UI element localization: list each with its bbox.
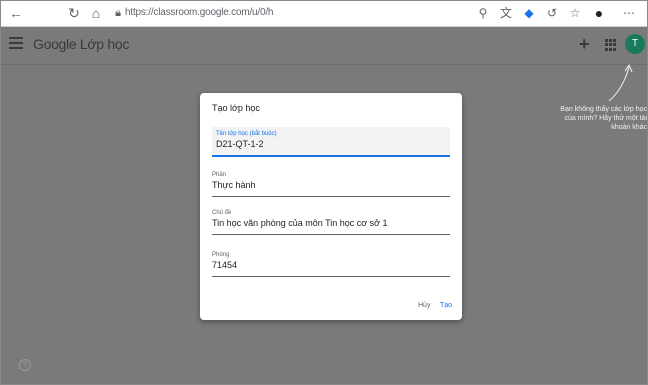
home-icon[interactable]: ⌂ [87, 4, 105, 22]
cancel-button[interactable]: Hủy [418, 301, 430, 311]
extension-icon[interactable]: ◆ [521, 5, 537, 21]
create-button[interactable]: Tạo [440, 301, 452, 311]
field-label: Tên lớp học (bắt buộc) [216, 131, 277, 137]
section-field[interactable]: Phần Thực hành [212, 171, 450, 197]
field-value[interactable]: 71454 [212, 260, 450, 271]
field-underline [212, 276, 450, 277]
address-bar[interactable]: https://classroom.google.com/u/0/h [125, 7, 273, 18]
field-label: Phòng [212, 252, 230, 258]
reload-icon[interactable]: ↻ [65, 4, 83, 22]
main-menu-icon[interactable] [9, 37, 23, 53]
class-name-field[interactable]: Tên lớp học (bắt buộc) D21-QT-1-2 [212, 127, 450, 157]
field-value[interactable]: Thực hành [212, 180, 450, 191]
refresh-extension-icon[interactable]: ↺ [544, 5, 560, 21]
screenshot-frame: ← ↻ ⌂ 🔒︎ https://classroom.google.com/u/… [0, 0, 648, 385]
room-field[interactable]: Phòng 71454 [212, 251, 450, 277]
google-apps-icon[interactable] [605, 39, 617, 51]
zoom-icon[interactable]: ⚲ [475, 5, 491, 21]
app-title[interactable]: Google Lớp học [33, 36, 129, 52]
help-icon[interactable]: ? [19, 359, 31, 371]
field-underline [212, 234, 450, 235]
translate-icon[interactable]: 文 [498, 5, 514, 21]
field-label: Phần [212, 172, 227, 178]
account-hint: Bạn không thấy các lớp học của mình? Hãy… [560, 106, 647, 131]
field-underline [212, 196, 450, 197]
dialog-title: Tạo lớp học [212, 103, 260, 113]
app-header: Google Lớp học + T [1, 27, 647, 65]
browser-toolbar: ← ↻ ⌂ 🔒︎ https://classroom.google.com/u/… [1, 1, 647, 27]
plus-icon[interactable]: + [579, 34, 595, 54]
field-value[interactable]: D21-QT-1-2 [216, 139, 446, 150]
field-label: Chủ đề [212, 210, 232, 216]
subject-field[interactable]: Chủ đề Tin học văn phòng của môn Tin học… [212, 209, 450, 235]
create-class-dialog: Tạo lớp học Tên lớp học (bắt buộc) D21-Q… [200, 93, 462, 320]
more-icon[interactable]: ⋯ [621, 5, 637, 21]
annotation-arrow-icon [608, 63, 633, 102]
favorites-icon[interactable]: ☆ [567, 5, 583, 21]
field-value[interactable]: Tin học văn phòng của môn Tin học cơ sở … [212, 218, 450, 229]
avatar[interactable]: T [625, 34, 645, 54]
back-icon[interactable]: ← [7, 4, 25, 22]
profile-icon[interactable]: ● [591, 5, 607, 21]
field-underline [212, 155, 450, 157]
